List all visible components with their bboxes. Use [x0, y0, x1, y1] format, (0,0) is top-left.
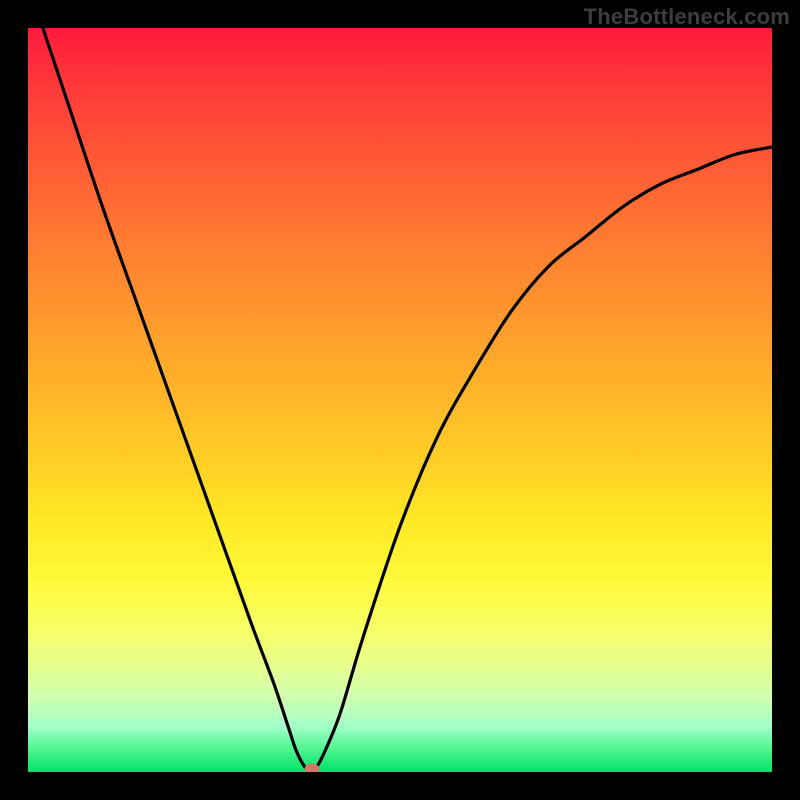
optimum-marker: [305, 764, 320, 772]
watermark-text: TheBottleneck.com: [584, 4, 790, 30]
chart-frame: TheBottleneck.com: [0, 0, 800, 800]
plot-area: [28, 28, 772, 772]
bottleneck-curve: [28, 28, 772, 772]
